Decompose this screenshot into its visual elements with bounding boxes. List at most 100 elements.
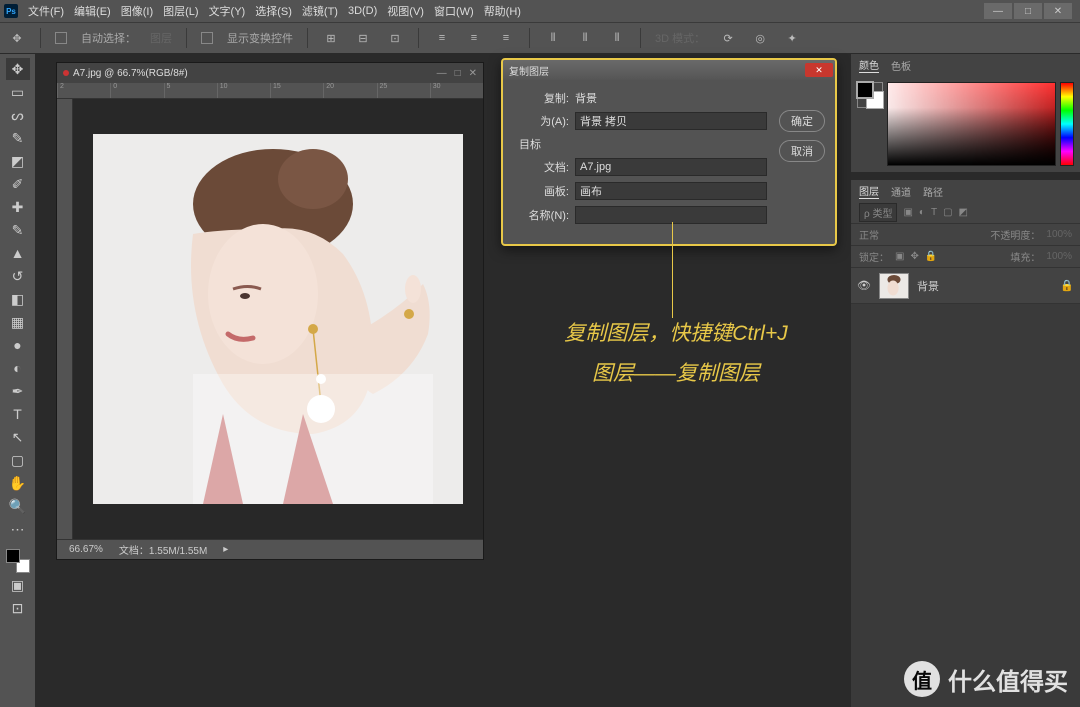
filter-type-icon[interactable]: T [931,207,937,218]
hue-slider[interactable] [1060,82,1074,166]
align-icon[interactable]: ⊡ [386,29,404,47]
3d-icon[interactable]: ◎ [751,29,769,47]
document-window: A7.jpg @ 66.7%(RGB/8#) — □ ✕ 20510152025… [56,62,484,560]
artboard-label: 画板: [513,183,569,199]
layer-row[interactable]: 👁 背景 🔒 [851,268,1080,304]
doc-close[interactable]: ✕ [469,68,477,79]
filter-smart-icon[interactable]: ◩ [959,207,968,218]
quickselect-tool[interactable]: ✎ [6,127,30,149]
tab-layers[interactable]: 图层 [859,183,879,199]
color-swatches[interactable] [6,549,30,573]
window-minimize[interactable]: — [984,3,1012,19]
align-icon[interactable]: ≡ [433,29,451,47]
doc-maximize[interactable]: □ [455,68,461,79]
align-icon[interactable]: ⊞ [322,29,340,47]
screenmode-tool[interactable]: ⊡ [6,597,30,619]
3d-icon[interactable]: ✦ [783,29,801,47]
menu-select[interactable]: 选择(S) [255,3,292,19]
quickmask-tool[interactable]: ▣ [6,574,30,596]
eraser-tool[interactable]: ◧ [6,288,30,310]
window-close[interactable]: ✕ [1044,3,1072,19]
lasso-tool[interactable]: ᔕ [6,104,30,126]
opacity-value[interactable]: 100% [1046,229,1072,240]
color-field[interactable] [887,82,1056,166]
shape-tool[interactable]: ▢ [6,449,30,471]
brush-tool[interactable]: ✎ [6,219,30,241]
tab-channels[interactable]: 通道 [891,184,911,199]
menubar: Ps 文件(F) 编辑(E) 图像(I) 图层(L) 文字(Y) 选择(S) 滤… [0,0,1080,22]
path-tool[interactable]: ↖ [6,426,30,448]
dialog-titlebar[interactable]: 复制图层 ✕ [503,60,835,80]
duplicate-layer-dialog: 复制图层 ✕ 复制: 背景 为(A): 目标 文档: A7.jpg 画板 [501,58,837,246]
menu-layer[interactable]: 图层(L) [163,3,198,19]
type-tool[interactable]: T [6,403,30,425]
filter-adjust-icon[interactable]: ◐ [919,207,925,218]
artboard-input [575,182,767,200]
doc-minimize[interactable]: — [437,68,447,79]
right-panels: 颜色 色板 图层 通道 路径 ρ 类型 ▣ ◐ T ▢ ◩ 正常 不透 [850,54,1080,707]
distribute-icon[interactable]: ⫴ [544,29,562,47]
status-expand-icon[interactable]: ▸ [223,544,228,555]
fg-bg-swatch[interactable] [857,82,883,108]
gradient-tool[interactable]: ▦ [6,311,30,333]
menu-3d[interactable]: 3D(D) [348,5,377,17]
autoselect-checkbox[interactable] [55,32,67,44]
duplicate-value: 背景 [575,90,597,106]
edit-toolbar[interactable]: ⋯ [6,518,30,540]
layer-name[interactable]: 背景 [917,278,939,294]
zoom-tool[interactable]: 🔍 [6,495,30,517]
align-icon[interactable]: ⊟ [354,29,372,47]
filter-pixel-icon[interactable]: ▣ [903,207,912,218]
blend-mode[interactable]: 正常 [859,227,913,242]
visibility-icon[interactable]: 👁 [857,279,871,292]
menu-view[interactable]: 视图(V) [387,3,424,19]
dialog-close-button[interactable]: ✕ [805,63,833,77]
menu-image[interactable]: 图像(I) [121,3,153,19]
zoom-level[interactable]: 66.67% [69,544,103,555]
3d-icon[interactable]: ⟳ [719,29,737,47]
watermark-text: 什么值得买 [948,662,1068,697]
align-icon[interactable]: ≡ [465,29,483,47]
window-maximize[interactable]: □ [1014,3,1042,19]
heal-tool[interactable]: ✚ [6,196,30,218]
autoselect-target[interactable]: 图层 [150,30,172,46]
tab-swatches[interactable]: 色板 [891,58,911,73]
ok-button[interactable]: 确定 [779,110,825,132]
align-icon[interactable]: ≡ [497,29,515,47]
lock-position-icon[interactable]: ✥ [910,251,918,262]
layer-filter[interactable]: ρ 类型 [859,203,897,222]
tab-color[interactable]: 颜色 [859,57,879,73]
filter-shape-icon[interactable]: ▢ [943,207,952,218]
menu-file[interactable]: 文件(F) [28,3,64,19]
move-tool[interactable]: ✥ [6,58,30,80]
menu-type[interactable]: 文字(Y) [209,3,246,19]
menu-edit[interactable]: 编辑(E) [74,3,111,19]
dodge-tool[interactable]: ◐ [6,357,30,379]
menu-filter[interactable]: 滤镜(T) [302,3,338,19]
eyedropper-tool[interactable]: ✐ [6,173,30,195]
options-bar: ✥ 自动选择： 图层 显示变换控件 ⊞ ⊟ ⊡ ≡ ≡ ≡ ⫴ ⫴ ⫴ 3D 模… [0,22,1080,54]
document-select[interactable]: A7.jpg [575,158,767,176]
marquee-tool[interactable]: ▭ [6,81,30,103]
stamp-tool[interactable]: ▲ [6,242,30,264]
distribute-icon[interactable]: ⫴ [608,29,626,47]
canvas[interactable] [73,99,483,539]
lock-pixels-icon[interactable]: ▣ [895,251,904,262]
menu-help[interactable]: 帮助(H) [484,3,521,19]
history-brush-tool[interactable]: ↺ [6,265,30,287]
crop-tool[interactable]: ◩ [6,150,30,172]
document-tab[interactable]: A7.jpg @ 66.7%(RGB/8#) — □ ✕ [57,63,483,83]
workspace: A7.jpg @ 66.7%(RGB/8#) — □ ✕ 20510152025… [36,54,850,707]
fill-value[interactable]: 100% [1046,251,1072,262]
blur-tool[interactable]: ● [6,334,30,356]
cancel-button[interactable]: 取消 [779,140,825,162]
showtransform-checkbox[interactable] [201,32,213,44]
lock-all-icon[interactable]: 🔒 [925,251,937,262]
as-input[interactable] [575,112,767,130]
menu-window[interactable]: 窗口(W) [434,3,474,19]
distribute-icon[interactable]: ⫴ [576,29,594,47]
hand-tool[interactable]: ✋ [6,472,30,494]
status-bar: 66.67% 文档：1.55M/1.55M ▸ [57,539,483,559]
tab-paths[interactable]: 路径 [923,184,943,199]
pen-tool[interactable]: ✒ [6,380,30,402]
